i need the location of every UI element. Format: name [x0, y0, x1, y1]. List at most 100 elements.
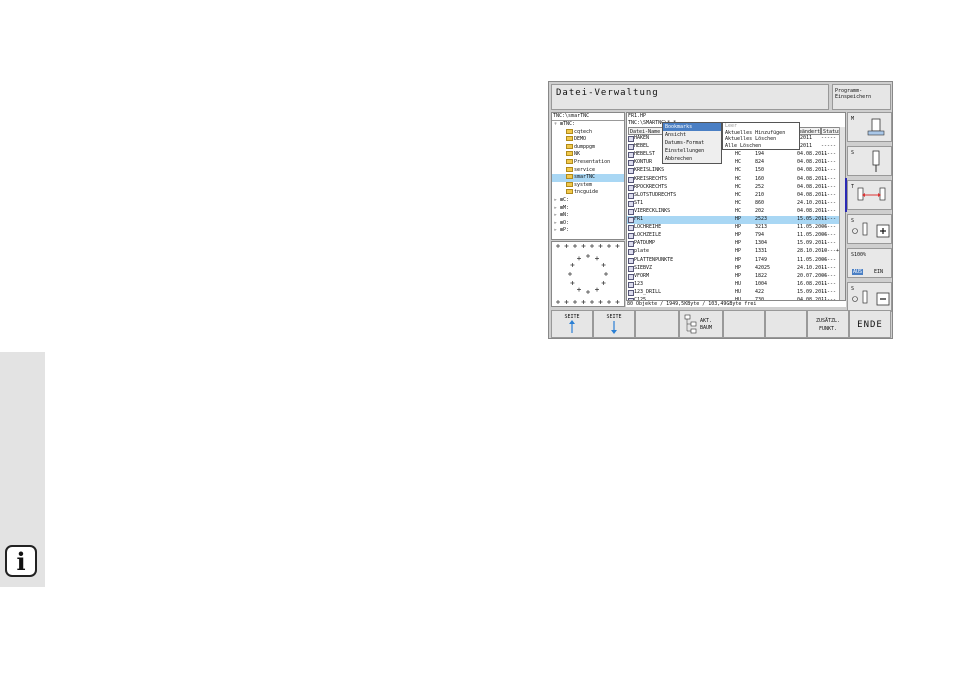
tree-item[interactable]: ▹ ⊞C:	[552, 197, 624, 205]
file-typ: HC	[735, 183, 742, 190]
tree-item[interactable]: Presentation	[552, 158, 624, 167]
file-status: -----	[821, 135, 837, 141]
file-size: 1004	[755, 280, 768, 287]
menu-item-datums-format[interactable]: Datums-Format	[663, 139, 721, 147]
file-row[interactable]: RPOCKRECHTS HC 252 04.08.2011 -----	[627, 184, 839, 192]
page-up-softkey[interactable]: SEITE	[551, 310, 593, 338]
hole-marker	[581, 244, 586, 248]
menu-item-einstellungen[interactable]: Einstellungen	[663, 147, 721, 155]
tree-item[interactable]: ▹ ⊞P:	[552, 227, 624, 235]
file-row[interactable]: KREISRECHTS HC 160 04.08.2011 -----	[627, 176, 839, 184]
directory-tree[interactable]: TNC:\smarTNC ▿ ⊞TNC: cqtech DEMO dumppgm NK P…	[551, 112, 625, 240]
tree-item-label: NK	[574, 151, 581, 158]
hole-marker	[598, 244, 603, 248]
hole-marker	[601, 281, 606, 285]
file-row[interactable]: PLATTENPUNKTE HP 1749 11.05.2006 -----	[627, 257, 839, 265]
file-typ: HC	[735, 175, 742, 182]
empty-softkey-1[interactable]	[635, 310, 679, 338]
file-row[interactable]: KONTUR HC 824 04.08.2011 -----	[627, 159, 839, 167]
tree-item[interactable]: ▿ ⊞TNC:	[552, 121, 624, 129]
file-row[interactable]: VFORM HP 1822 20.07.2006 -----	[627, 273, 839, 281]
submenu-item-delete-all[interactable]: Alle Löschen	[723, 143, 799, 150]
side-key-m[interactable]: M	[847, 112, 892, 142]
toggle-ein[interactable]: EIN	[874, 269, 883, 275]
file-status: -----	[821, 143, 837, 150]
end-softkey[interactable]: ENDE	[849, 310, 891, 338]
menu-item-abbrechen[interactable]: Abbrechen	[663, 155, 721, 163]
tree-item[interactable]: DEMO	[552, 136, 624, 144]
hole-marker	[573, 300, 577, 304]
menu-item-bookmarks[interactable]: Bookmarks	[663, 123, 721, 131]
folder-icon	[566, 189, 573, 195]
hole-marker	[577, 256, 581, 261]
file-scrollbar[interactable]	[839, 127, 845, 305]
file-typ: HC	[735, 207, 742, 214]
additional-functions-softkey[interactable]: ZUSÄTZL. FUNKT.	[807, 310, 849, 338]
file-row[interactable]: 123_DRILL HU 422 15.09.2011 -----	[627, 289, 839, 297]
akt-baum-softkey[interactable]: AKT. BAUM	[679, 310, 723, 338]
tree-item[interactable]: cqtech	[552, 128, 624, 137]
hole-marker	[570, 281, 575, 285]
file-row[interactable]: plate HP 1331 28.10.2010 -----+	[627, 248, 839, 256]
spindle-plus-icon	[852, 222, 890, 238]
preview-panel	[551, 241, 625, 307]
file-name: PATDUMP	[634, 240, 656, 247]
tree-item[interactable]: system	[552, 181, 624, 190]
page-down-softkey[interactable]: SEITE	[593, 310, 635, 338]
tree-item[interactable]: tncguide	[552, 189, 624, 197]
tree-item[interactable]: NK	[552, 151, 624, 159]
empty-softkey-3[interactable]	[765, 310, 807, 338]
file-status: -----	[821, 240, 837, 247]
hole-marker	[590, 244, 594, 248]
submenu-item-add[interactable]: Aktuelles Hinzufügen	[723, 130, 799, 137]
tree-item[interactable]: smarTNC	[552, 174, 624, 182]
file-name: HAKEN	[634, 135, 650, 141]
file-typ: HU	[735, 280, 742, 287]
toggle-aus[interactable]: AUS	[852, 269, 864, 275]
file-row[interactable]: PATDUMP HP 1304 15.09.2011 -----	[627, 240, 839, 248]
menu-item-ansicht[interactable]: Ansicht	[663, 131, 721, 139]
file-typ: HP	[735, 256, 742, 263]
empty-softkey-2[interactable]	[723, 310, 765, 338]
hole-marker	[604, 272, 608, 276]
side-key-t[interactable]: T	[847, 180, 892, 210]
tree-item-label: ▿ ⊞TNC:	[554, 121, 576, 127]
file-typ: HP	[735, 224, 742, 231]
file-row[interactable]: SLOTSTUDRECHTS HC 210 04.08.2011 -----	[627, 192, 839, 200]
submenu-item-delete[interactable]: Aktuelles Löschen	[723, 136, 799, 143]
file-status: -----	[821, 167, 837, 174]
file-row[interactable]: LOCHREIHE HP 3213 11.05.2006 -----	[627, 224, 839, 232]
tree-item[interactable]: ▹ ⊞N:	[552, 212, 624, 220]
file-typ: HU	[735, 288, 742, 295]
file-typ: HP	[735, 240, 742, 247]
tree-item[interactable]: service	[552, 166, 624, 175]
side-key-s-plus[interactable]: S	[847, 214, 892, 244]
file-row[interactable]: KREISLINKS HC 150 04.08.2011 -----	[627, 167, 839, 175]
file-row[interactable]: HEBELST HC 194 04.08.2011 -----	[627, 151, 839, 159]
folder-icon	[566, 174, 573, 180]
col-header-date[interactable]: Geändert	[797, 127, 821, 135]
program-store-button[interactable]: Programm- Einspeichern	[832, 84, 891, 110]
file-row[interactable]: ST1 HC 860 24.10.2011 -----	[627, 200, 839, 208]
file-name: PLATTENPUNKTE	[634, 256, 674, 263]
tool-change-icon	[857, 187, 886, 201]
folder-icon	[566, 181, 573, 187]
file-row[interactable]: FR1 HP 2523 15.05.2011 -----	[627, 216, 839, 224]
file-name: ST1	[634, 199, 644, 206]
file-typ: HC	[735, 199, 742, 206]
tree-item[interactable]: dumppgm	[552, 143, 624, 152]
side-key-s100[interactable]: S100% AUS EIN	[847, 248, 892, 278]
file-size: 1749	[755, 256, 768, 263]
tree-item[interactable]: ▹ ⊞O:	[552, 220, 624, 228]
side-key-s-minus[interactable]: S	[847, 282, 892, 312]
file-size: 2523	[755, 216, 768, 222]
file-row[interactable]: VIERECKLINKS HC 202 04.08.2011 -----	[627, 208, 839, 216]
side-key-s1[interactable]: S	[847, 146, 892, 176]
file-row[interactable]: 123 HU 1004 16.08.2011 -----	[627, 281, 839, 289]
file-name: VIERECKLINKS	[634, 207, 671, 214]
file-row[interactable]: SIEBVZ HP 42025 24.10.2011 -----	[627, 265, 839, 273]
file-row[interactable]: LOCHZEILE HP 794 11.05.2006 -----	[627, 232, 839, 240]
file-status: -----	[821, 175, 837, 182]
tree-item[interactable]: ▹ ⊞M:	[552, 205, 624, 213]
hole-marker	[568, 272, 572, 276]
